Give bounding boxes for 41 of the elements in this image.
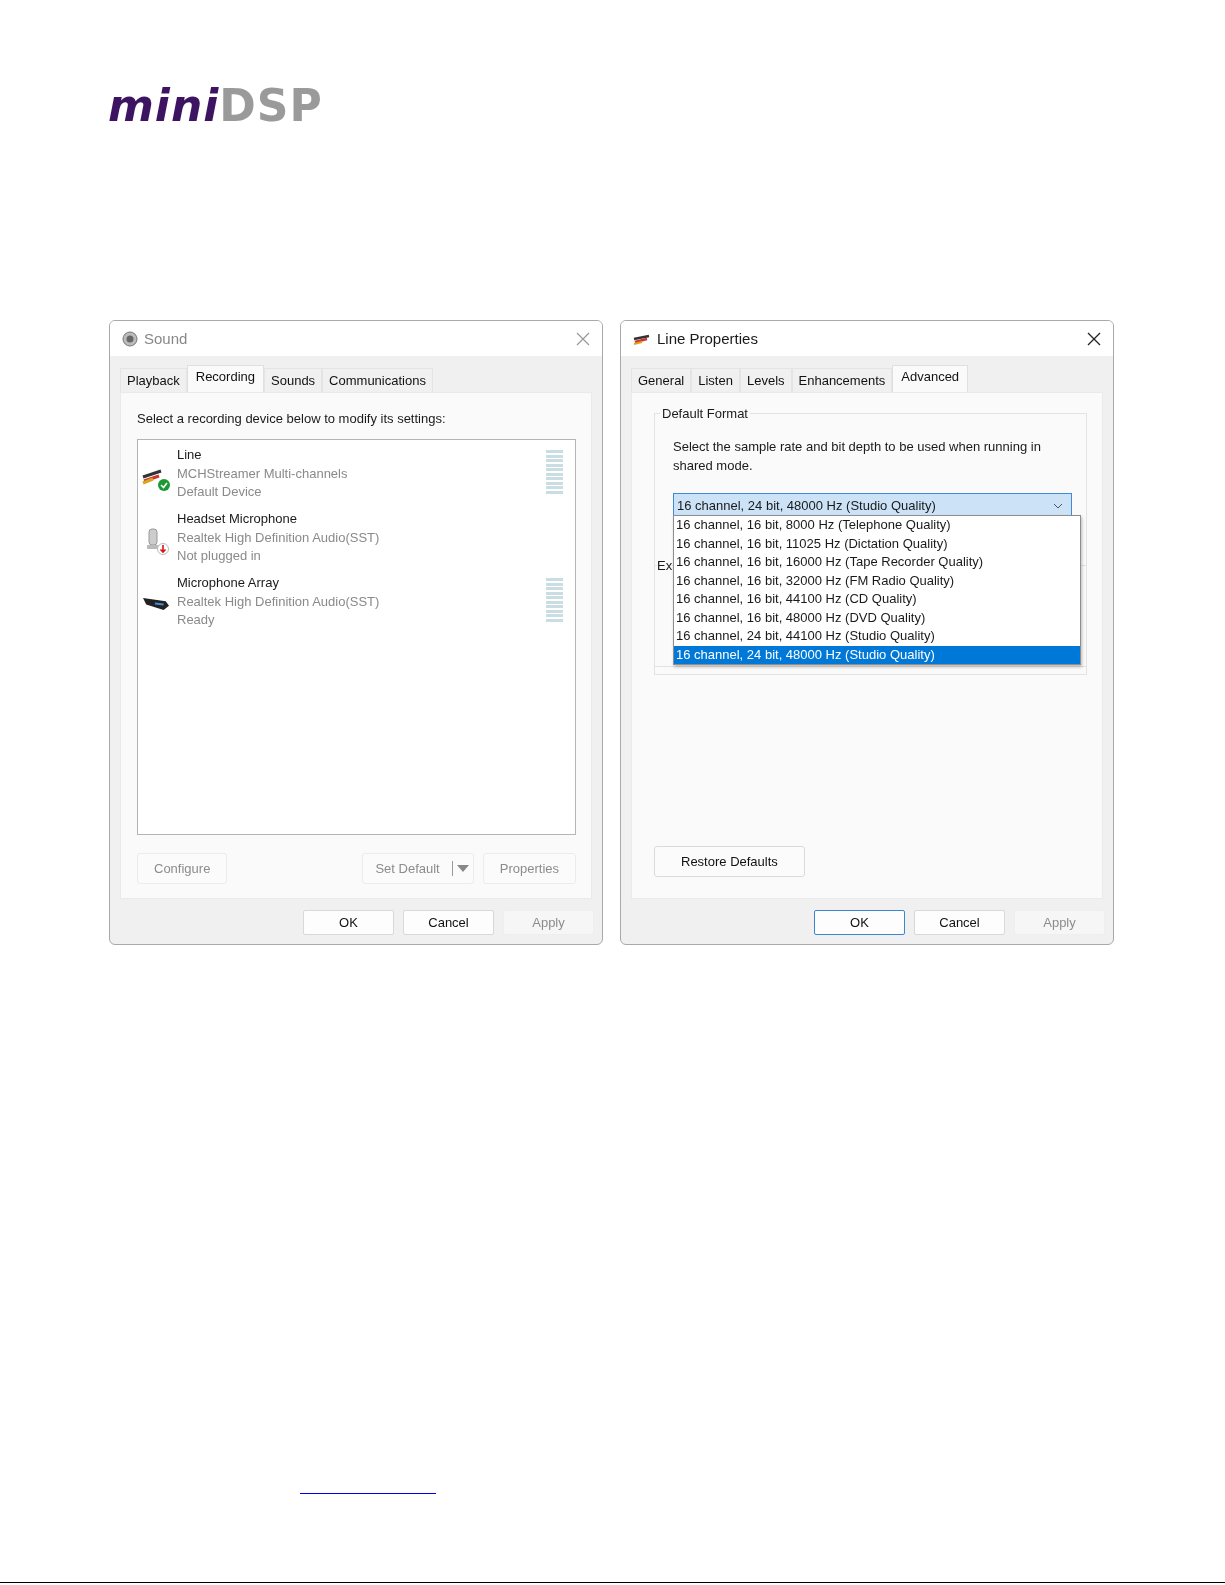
instruction-text: Select a recording device below to modify its settings: bbox=[137, 411, 447, 426]
dropdown-option[interactable]: 16 channel, 16 bit, 32000 Hz (FM Radio Quality) bbox=[674, 571, 1080, 590]
device-name: Microphone Array bbox=[177, 574, 280, 592]
logo: miniDSP bbox=[108, 82, 323, 130]
device-status: Ready bbox=[177, 611, 216, 629]
device-name: Line bbox=[177, 446, 203, 464]
dropdown-option[interactable]: 16 channel, 16 bit, 44100 Hz (CD Quality) bbox=[674, 590, 1080, 609]
dialog-button[interactable]: OK bbox=[303, 910, 394, 935]
dropdown-option[interactable]: 16 channel, 16 bit, 8000 Hz (Telephone Quality) bbox=[674, 516, 1080, 535]
chevron-down-icon bbox=[1053, 502, 1063, 509]
tab[interactable]: Advanced bbox=[892, 365, 969, 392]
dialog-button[interactable]: Cancel bbox=[403, 910, 494, 935]
device-status: Not plugged in bbox=[177, 547, 262, 565]
dropdown-option[interactable]: 16 channel, 24 bit, 44100 Hz (Studio Quality) bbox=[674, 627, 1080, 646]
tab[interactable]: Levels bbox=[739, 368, 792, 392]
device-driver: Realtek High Definition Audio(SST) bbox=[177, 592, 381, 611]
dialog-button[interactable]: OK bbox=[814, 910, 905, 935]
tab[interactable]: Listen bbox=[691, 368, 740, 392]
group-title: Default Format bbox=[660, 406, 750, 421]
dialog-button[interactable]: Cancel bbox=[914, 910, 1005, 935]
dropdown-option[interactable]: 16 channel, 24 bit, 48000 Hz (Studio Quality) bbox=[674, 645, 1080, 664]
window-title: Line Properties bbox=[657, 330, 759, 347]
close-icon[interactable] bbox=[1087, 331, 1101, 346]
tab[interactable]: Recording bbox=[186, 365, 264, 392]
device-status: Default Device bbox=[177, 483, 263, 501]
tab[interactable]: General bbox=[631, 368, 692, 392]
restore-defaults-button[interactable]: Restore Defaults bbox=[654, 846, 805, 877]
tab[interactable]: Communications bbox=[322, 368, 433, 392]
dropdown-option[interactable]: 16 channel, 16 bit, 16000 Hz (Tape Recorder Quality) bbox=[674, 553, 1080, 572]
device-driver: Realtek High Definition Audio(SST) bbox=[177, 528, 381, 547]
window-title: Sound bbox=[144, 330, 189, 347]
tab[interactable]: Playback bbox=[120, 368, 187, 392]
dropdown-option[interactable]: 16 channel, 16 bit, 48000 Hz (DVD Quality) bbox=[674, 608, 1080, 627]
description-text: Select the sample rate and bit depth to be used when running in shared mode. bbox=[673, 438, 1042, 475]
caret-icon bbox=[456, 864, 469, 873]
device-name: Headset Microphone bbox=[177, 510, 298, 528]
tab[interactable]: Sounds bbox=[264, 368, 323, 392]
dropdown-option[interactable]: 16 channel, 16 bit, 11025 Hz (Dictation Quality) bbox=[674, 534, 1080, 553]
device-driver: MCHStreamer Multi-channels bbox=[177, 464, 349, 483]
group-title: Ex bbox=[657, 558, 673, 573]
tab[interactable]: Enhancements bbox=[791, 368, 893, 392]
